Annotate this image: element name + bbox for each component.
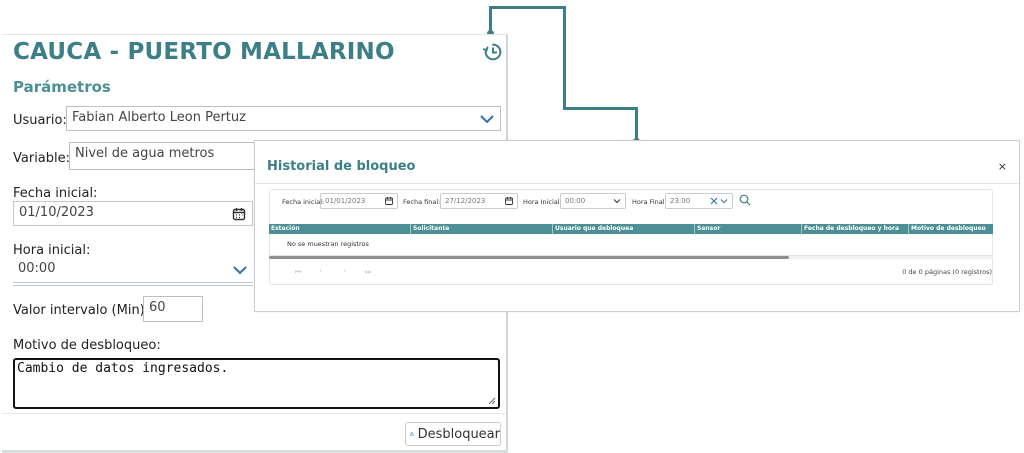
hora-final-filter-value: 23:00 (670, 197, 691, 205)
modal-title: Historial de bloqueo (267, 159, 416, 174)
hora-inicial-value: 00:00 (18, 261, 56, 276)
variable-value: Nivel de agua metros (75, 146, 215, 161)
clear-icon[interactable] (710, 197, 718, 205)
column-header[interactable]: Solicitante (411, 224, 553, 234)
fecha-inicial-field[interactable]: 01/10/2023 (13, 201, 253, 226)
column-header[interactable]: Fecha de desbloqueo y hora (802, 224, 909, 234)
chevron-down-icon (233, 266, 247, 275)
fecha-inicial-filter[interactable]: 01/01/2023 (320, 193, 398, 209)
valor-intervalo-value: 60 (149, 300, 166, 315)
motivo-textarea[interactable]: Cambio de datos ingresados. (13, 358, 500, 409)
valor-intervalo-label: Valor intervalo (Min): (13, 303, 150, 318)
hora-final-filter-label: Hora Final: (632, 198, 667, 206)
chevron-down-icon (613, 199, 621, 204)
history-modal: Historial de bloqueo × Fecha inicial: 01… (254, 140, 1020, 312)
usuario-value: Fabian Alberto Leon Pertuz (72, 110, 246, 125)
divider (13, 285, 253, 286)
hora-final-filter[interactable]: 23:00 (665, 193, 733, 209)
resize-handle-icon[interactable] (488, 397, 496, 405)
calendar-icon[interactable] (232, 207, 246, 221)
column-header[interactable]: Sensor (695, 224, 802, 234)
scrollbar-thumb[interactable] (269, 256, 789, 259)
motivo-value: Cambio de datos ingresados. (17, 361, 229, 376)
hora-inicial-filter[interactable]: 00:00 (560, 193, 626, 209)
variable-label: Variable: (13, 151, 71, 166)
empty-message: No se muestran registros (269, 235, 993, 256)
hora-inicial-select[interactable]: 00:00 (13, 258, 253, 283)
next-page-button[interactable]: › (343, 267, 346, 275)
divider (255, 183, 1019, 184)
table-header: Estación Solicitante Usuario que debloqu… (269, 224, 993, 234)
fecha-inicial-label: Fecha inicial: (13, 186, 98, 201)
section-title: Parámetros (13, 78, 111, 96)
usuario-label: Usuario: (13, 113, 67, 128)
search-icon[interactable] (739, 194, 751, 206)
fecha-final-filter-label: Fecha final: (403, 198, 441, 206)
divider (2, 413, 506, 414)
history-icon[interactable] (482, 41, 504, 63)
column-header[interactable]: Usuario que debloquea (553, 224, 695, 234)
first-page-button[interactable]: ⏮ (295, 268, 301, 277)
last-page-button[interactable]: ⏭ (365, 268, 371, 277)
prev-page-button[interactable]: ‹ (319, 267, 322, 275)
horizontal-scrollbar[interactable] (269, 256, 993, 259)
unlock-label: Desbloquear (417, 426, 500, 442)
motivo-label: Motivo de desbloqueo: (13, 338, 161, 353)
calendar-icon[interactable] (505, 197, 513, 205)
variable-field[interactable]: Nivel de agua metros (69, 142, 259, 170)
fecha-inicial-filter-value: 01/01/2023 (325, 197, 366, 205)
chevron-down-icon (480, 114, 494, 123)
connector-line (563, 107, 637, 110)
page-info: 0 de 0 páginas (0 registros) (902, 268, 992, 276)
column-header[interactable]: Motivo de desbloqueo (909, 224, 993, 234)
usuario-select[interactable]: Fabian Alberto Leon Pertuz (66, 106, 501, 131)
valor-intervalo-input[interactable]: 60 (143, 296, 203, 322)
unlock-icon (410, 432, 414, 437)
close-icon[interactable]: × (998, 160, 1007, 173)
calendar-icon[interactable] (385, 197, 393, 205)
unlock-button[interactable]: Desbloquear (405, 422, 501, 446)
connector-line (635, 107, 638, 141)
chevron-down-icon (720, 199, 728, 204)
column-header[interactable]: Estación (269, 224, 411, 234)
connector-line (489, 6, 566, 9)
fecha-inicial-filter-label: Fecha inicial: (282, 198, 325, 206)
page-title: CAUCA - PUERTO MALLARINO (13, 39, 395, 65)
fecha-final-filter[interactable]: 27/12/2023 (440, 193, 518, 209)
hora-inicial-label: Hora inicial: (13, 243, 91, 258)
hora-inicial-filter-label: Hora Inicial: (523, 198, 562, 206)
fecha-final-filter-value: 27/12/2023 (445, 197, 486, 205)
connector-line (563, 6, 566, 110)
fecha-inicial-value: 01/10/2023 (19, 205, 94, 220)
hora-inicial-filter-value: 00:00 (565, 197, 586, 205)
